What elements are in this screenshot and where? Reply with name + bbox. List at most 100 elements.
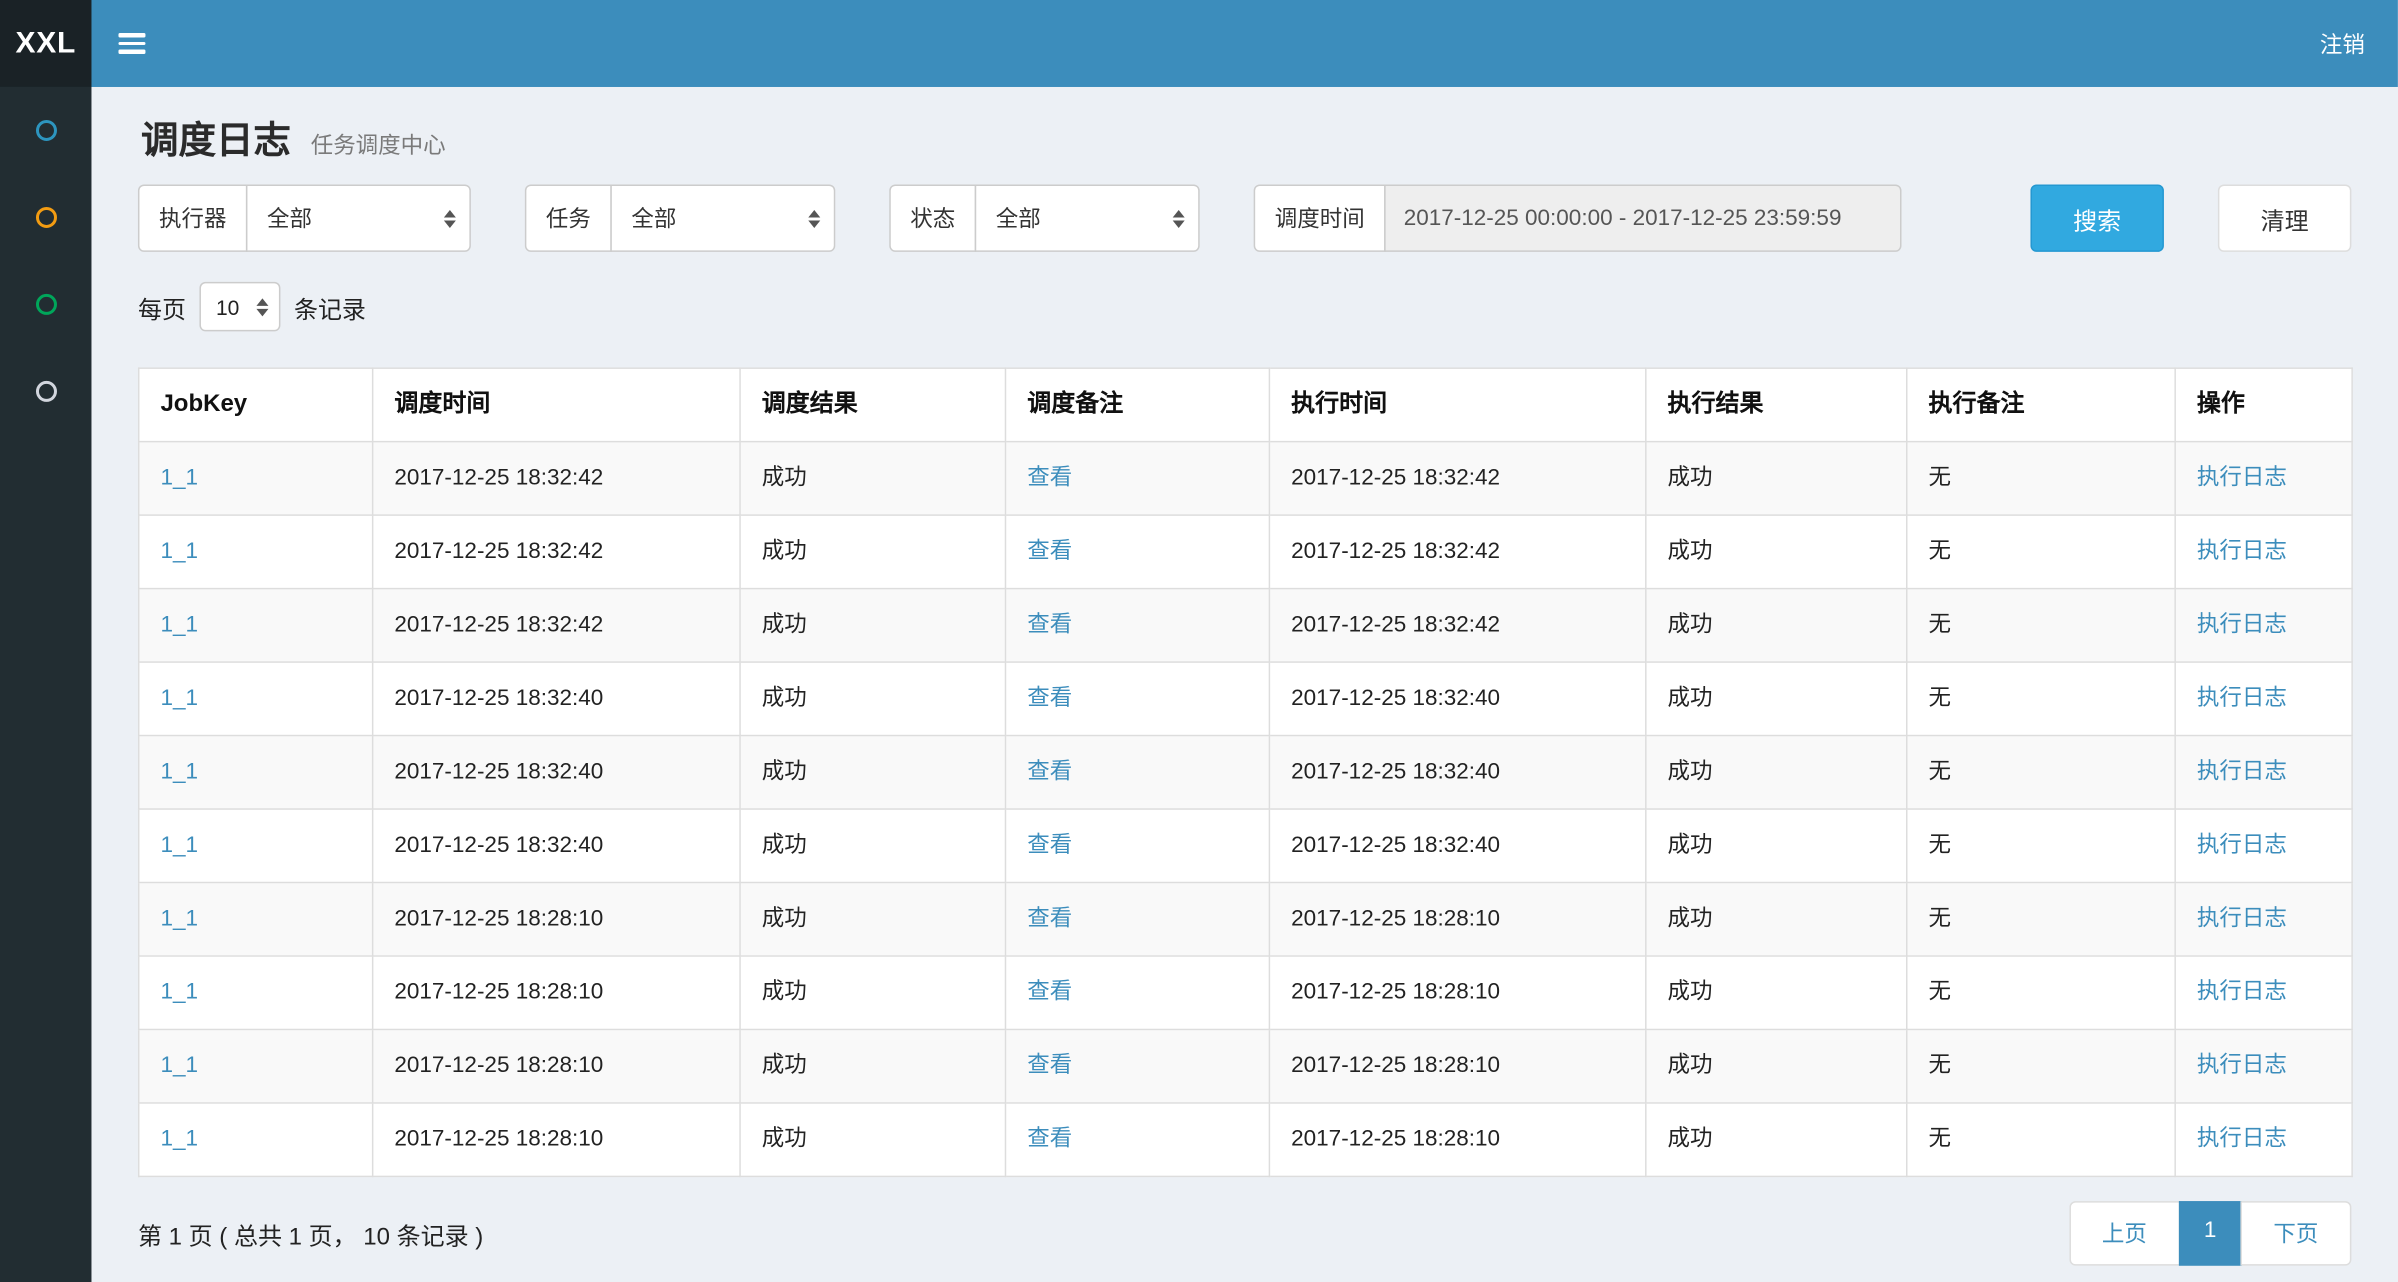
circle-icon bbox=[35, 294, 56, 315]
app-logo[interactable]: XXL bbox=[0, 0, 91, 87]
dispatch-log-table: JobKey调度时间调度结果调度备注执行时间执行结果执行备注操作 1_12017… bbox=[138, 367, 2353, 1177]
trigger-result-cell: 成功 bbox=[740, 662, 1005, 735]
column-header: JobKey bbox=[139, 368, 373, 441]
select-arrows-icon bbox=[808, 209, 820, 227]
pagination-summary: 第 1 页 ( 总共 1 页， 10 条记录 ) bbox=[138, 1215, 483, 1251]
exec-log-link[interactable]: 执行日志 bbox=[2197, 759, 2287, 784]
trigger-msg-cell: 查看 bbox=[1005, 956, 1269, 1029]
status-select[interactable]: 全部 bbox=[975, 184, 1200, 251]
jobkey-link[interactable]: 1_1 bbox=[160, 685, 198, 710]
current-page-button[interactable]: 1 bbox=[2178, 1201, 2241, 1265]
exec-log-link[interactable]: 执行日志 bbox=[2197, 906, 2287, 931]
jobkey-link[interactable]: 1_1 bbox=[160, 1053, 198, 1078]
handle-msg-cell: 无 bbox=[1907, 589, 2175, 662]
trigger-msg-link[interactable]: 查看 bbox=[1027, 685, 1072, 710]
handle-result-cell: 成功 bbox=[1646, 1029, 1907, 1102]
handle-time-cell: 2017-12-25 18:28:10 bbox=[1269, 883, 1645, 956]
logout-link[interactable]: 注销 bbox=[2287, 28, 2398, 59]
action-cell: 执行日志 bbox=[2175, 956, 2352, 1029]
hamburger-icon bbox=[118, 42, 145, 46]
trigger-msg-link[interactable]: 查看 bbox=[1027, 979, 1072, 1004]
exec-log-link[interactable]: 执行日志 bbox=[2197, 832, 2287, 857]
trigger-result-cell: 成功 bbox=[740, 442, 1005, 515]
sidebar-item-4[interactable] bbox=[0, 348, 91, 435]
jobkey-cell: 1_1 bbox=[139, 1029, 373, 1102]
trigger-time-range-input[interactable] bbox=[1384, 184, 1901, 251]
exec-log-link[interactable]: 执行日志 bbox=[2197, 979, 2287, 1004]
jobkey-link[interactable]: 1_1 bbox=[160, 759, 198, 784]
jobkey-link[interactable]: 1_1 bbox=[160, 1126, 198, 1151]
sidebar bbox=[0, 87, 91, 1282]
hamburger-icon bbox=[118, 33, 145, 37]
sidebar-item-1[interactable] bbox=[0, 87, 91, 174]
column-header: 调度结果 bbox=[740, 368, 1005, 441]
circle-icon bbox=[35, 120, 56, 141]
trigger-msg-link[interactable]: 查看 bbox=[1027, 1126, 1072, 1151]
select-arrows-icon bbox=[444, 209, 456, 227]
executor-select-value: 全部 bbox=[267, 202, 312, 233]
handle-time-cell: 2017-12-25 18:28:10 bbox=[1269, 1029, 1645, 1102]
table-row: 1_12017-12-25 18:32:40成功查看2017-12-25 18:… bbox=[139, 809, 2352, 882]
handle-time-cell: 2017-12-25 18:32:42 bbox=[1269, 442, 1645, 515]
handle-msg-cell: 无 bbox=[1907, 1103, 2175, 1176]
handle-time-cell: 2017-12-25 18:32:40 bbox=[1269, 662, 1645, 735]
handle-msg-cell: 无 bbox=[1907, 442, 2175, 515]
exec-log-link[interactable]: 执行日志 bbox=[2197, 612, 2287, 637]
exec-log-link[interactable]: 执行日志 bbox=[2197, 1053, 2287, 1078]
circle-icon bbox=[35, 207, 56, 228]
action-cell: 执行日志 bbox=[2175, 1029, 2352, 1102]
sidebar-item-2[interactable] bbox=[0, 174, 91, 261]
trigger-msg-link[interactable]: 查看 bbox=[1027, 759, 1072, 784]
page-title: 调度日志 bbox=[141, 120, 291, 162]
jobkey-link[interactable]: 1_1 bbox=[160, 979, 198, 1004]
trigger-msg-cell: 查看 bbox=[1005, 883, 1269, 956]
executor-select[interactable]: 全部 bbox=[246, 184, 471, 251]
exec-log-link[interactable]: 执行日志 bbox=[2197, 1126, 2287, 1151]
navbar-right-area: 注销 bbox=[91, 0, 2397, 87]
handle-msg-cell: 无 bbox=[1907, 883, 2175, 956]
trigger-msg-cell: 查看 bbox=[1005, 515, 1269, 588]
next-page-button[interactable]: 下页 bbox=[2240, 1201, 2351, 1265]
trigger-time-cell: 2017-12-25 18:28:10 bbox=[373, 883, 740, 956]
action-cell: 执行日志 bbox=[2175, 442, 2352, 515]
job-select[interactable]: 全部 bbox=[610, 184, 835, 251]
table-row: 1_12017-12-25 18:32:42成功查看2017-12-25 18:… bbox=[139, 515, 2352, 588]
jobkey-link[interactable]: 1_1 bbox=[160, 906, 198, 931]
status-filter-label: 状态 bbox=[889, 184, 976, 251]
main-content: 调度日志 任务调度中心 执行器 全部 任务 全部 状态 bbox=[91, 87, 2397, 1281]
handle-result-cell: 成功 bbox=[1646, 809, 1907, 882]
jobkey-link[interactable]: 1_1 bbox=[160, 465, 198, 490]
exec-log-link[interactable]: 执行日志 bbox=[2197, 465, 2287, 490]
trigger-msg-link[interactable]: 查看 bbox=[1027, 906, 1072, 931]
trigger-time-cell: 2017-12-25 18:28:10 bbox=[373, 1029, 740, 1102]
prev-page-button[interactable]: 上页 bbox=[2069, 1201, 2180, 1265]
trigger-msg-cell: 查看 bbox=[1005, 442, 1269, 515]
page-size-select[interactable]: 10 bbox=[199, 282, 280, 331]
page-subtitle: 任务调度中心 bbox=[311, 133, 446, 158]
trigger-msg-link[interactable]: 查看 bbox=[1027, 465, 1072, 490]
handle-time-cell: 2017-12-25 18:28:10 bbox=[1269, 1103, 1645, 1176]
handle-msg-cell: 无 bbox=[1907, 1029, 2175, 1102]
handle-result-cell: 成功 bbox=[1646, 1103, 1907, 1176]
sidebar-toggle-button[interactable] bbox=[91, 0, 172, 87]
exec-log-link[interactable]: 执行日志 bbox=[2197, 685, 2287, 710]
trigger-msg-link[interactable]: 查看 bbox=[1027, 832, 1072, 857]
jobkey-link[interactable]: 1_1 bbox=[160, 832, 198, 857]
exec-log-link[interactable]: 执行日志 bbox=[2197, 538, 2287, 563]
jobkey-link[interactable]: 1_1 bbox=[160, 538, 198, 563]
page-size-suffix-label: 条记录 bbox=[294, 289, 366, 325]
trigger-time-filter-group: 调度时间 bbox=[1254, 184, 1902, 251]
action-cell: 执行日志 bbox=[2175, 1103, 2352, 1176]
job-filter-group: 任务 全部 bbox=[525, 184, 835, 251]
jobkey-cell: 1_1 bbox=[139, 736, 373, 809]
trigger-msg-link[interactable]: 查看 bbox=[1027, 1053, 1072, 1078]
search-button[interactable]: 搜索 bbox=[2030, 184, 2163, 251]
clear-button[interactable]: 清理 bbox=[2218, 184, 2351, 251]
trigger-msg-link[interactable]: 查看 bbox=[1027, 538, 1072, 563]
table-row: 1_12017-12-25 18:28:10成功查看2017-12-25 18:… bbox=[139, 956, 2352, 1029]
trigger-result-cell: 成功 bbox=[740, 589, 1005, 662]
sidebar-item-3[interactable] bbox=[0, 261, 91, 348]
trigger-msg-link[interactable]: 查看 bbox=[1027, 612, 1072, 637]
jobkey-link[interactable]: 1_1 bbox=[160, 612, 198, 637]
table-row: 1_12017-12-25 18:32:42成功查看2017-12-25 18:… bbox=[139, 589, 2352, 662]
